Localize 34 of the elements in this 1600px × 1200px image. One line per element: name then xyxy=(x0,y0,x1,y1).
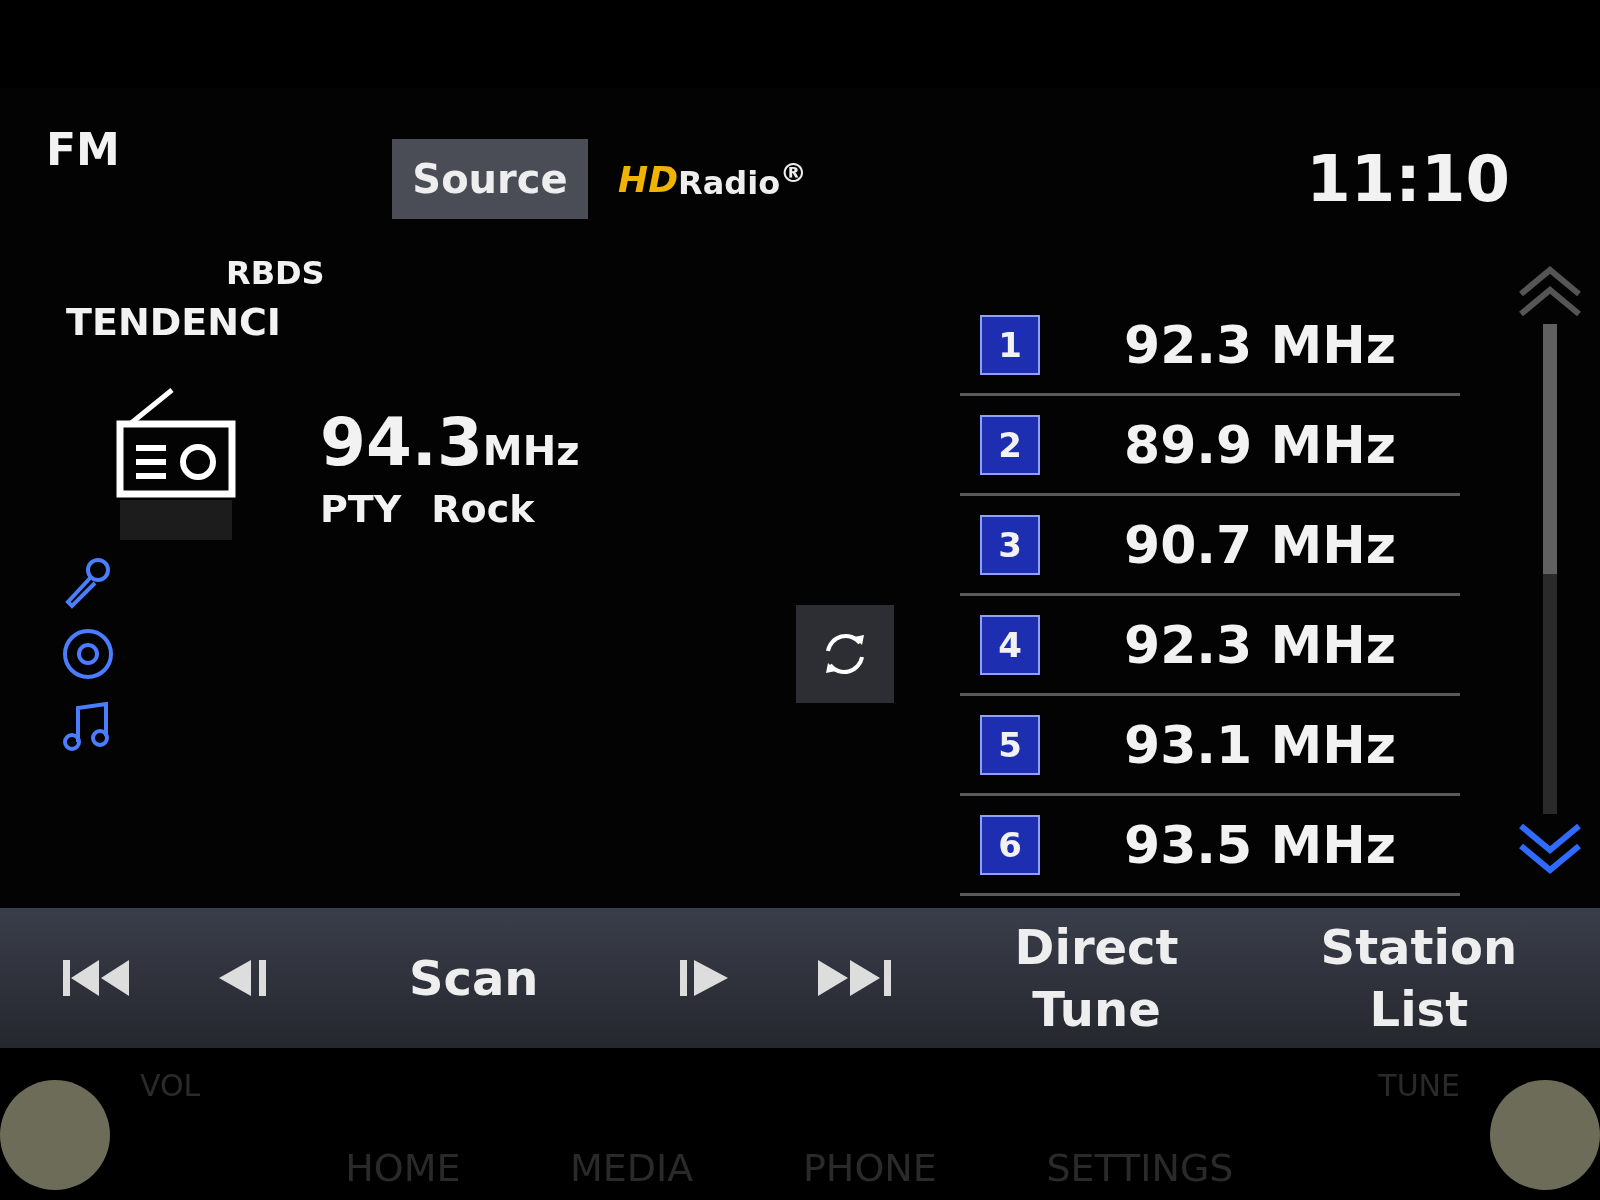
preset-row[interactable]: 3 90.7 MHz xyxy=(960,496,1460,596)
pty-value: Rock xyxy=(431,487,535,531)
preset-number: 3 xyxy=(980,514,1040,575)
preset-row[interactable]: 5 93.1 MHz xyxy=(960,696,1460,796)
preset-frequency: 92.3 MHz xyxy=(1124,314,1396,375)
scrollbar-thumb[interactable] xyxy=(1543,324,1557,574)
station-name: TENDENCI xyxy=(66,300,282,344)
preset-frequency: 93.5 MHz xyxy=(1124,814,1396,875)
frequency: 94.3 xyxy=(320,404,483,481)
refresh-button[interactable] xyxy=(796,605,894,703)
hd-radio-logo: HDRadio$^{®}$ xyxy=(618,156,807,202)
preset-frequency: 89.9 MHz xyxy=(1124,414,1396,475)
preset-number: 4 xyxy=(980,614,1040,675)
preset-row[interactable]: 6 93.5 MHz xyxy=(960,796,1460,896)
pty-label: PTY xyxy=(320,487,402,531)
preset-frequency: 90.7 MHz xyxy=(1124,514,1396,575)
frequency-unit: MHz xyxy=(482,428,580,474)
preset-frequency: 93.1 MHz xyxy=(1124,714,1396,775)
preset-row[interactable]: 1 92.3 MHz xyxy=(960,296,1460,396)
rbds-label: RBDS xyxy=(226,254,326,292)
preset-number: 6 xyxy=(980,814,1040,875)
preset-frequency: 92.3 MHz xyxy=(1124,614,1396,675)
disc-icon xyxy=(60,626,116,682)
preset-row[interactable]: 2 89.9 MHz xyxy=(960,396,1460,496)
preset-number: 1 xyxy=(980,314,1040,375)
source-button[interactable]: Source xyxy=(392,139,588,219)
preset-row[interactable]: 4 92.3 MHz xyxy=(960,596,1460,696)
band-label: FM xyxy=(46,124,121,175)
clock: 11:10 xyxy=(1306,142,1510,216)
control-button[interactable]: Scan xyxy=(353,946,594,1010)
preset-number: 2 xyxy=(980,414,1040,475)
control-button[interactable]: Direct Tune xyxy=(976,915,1217,1041)
control-button[interactable]: Station List xyxy=(1298,915,1539,1041)
preset-number: 5 xyxy=(980,714,1040,775)
